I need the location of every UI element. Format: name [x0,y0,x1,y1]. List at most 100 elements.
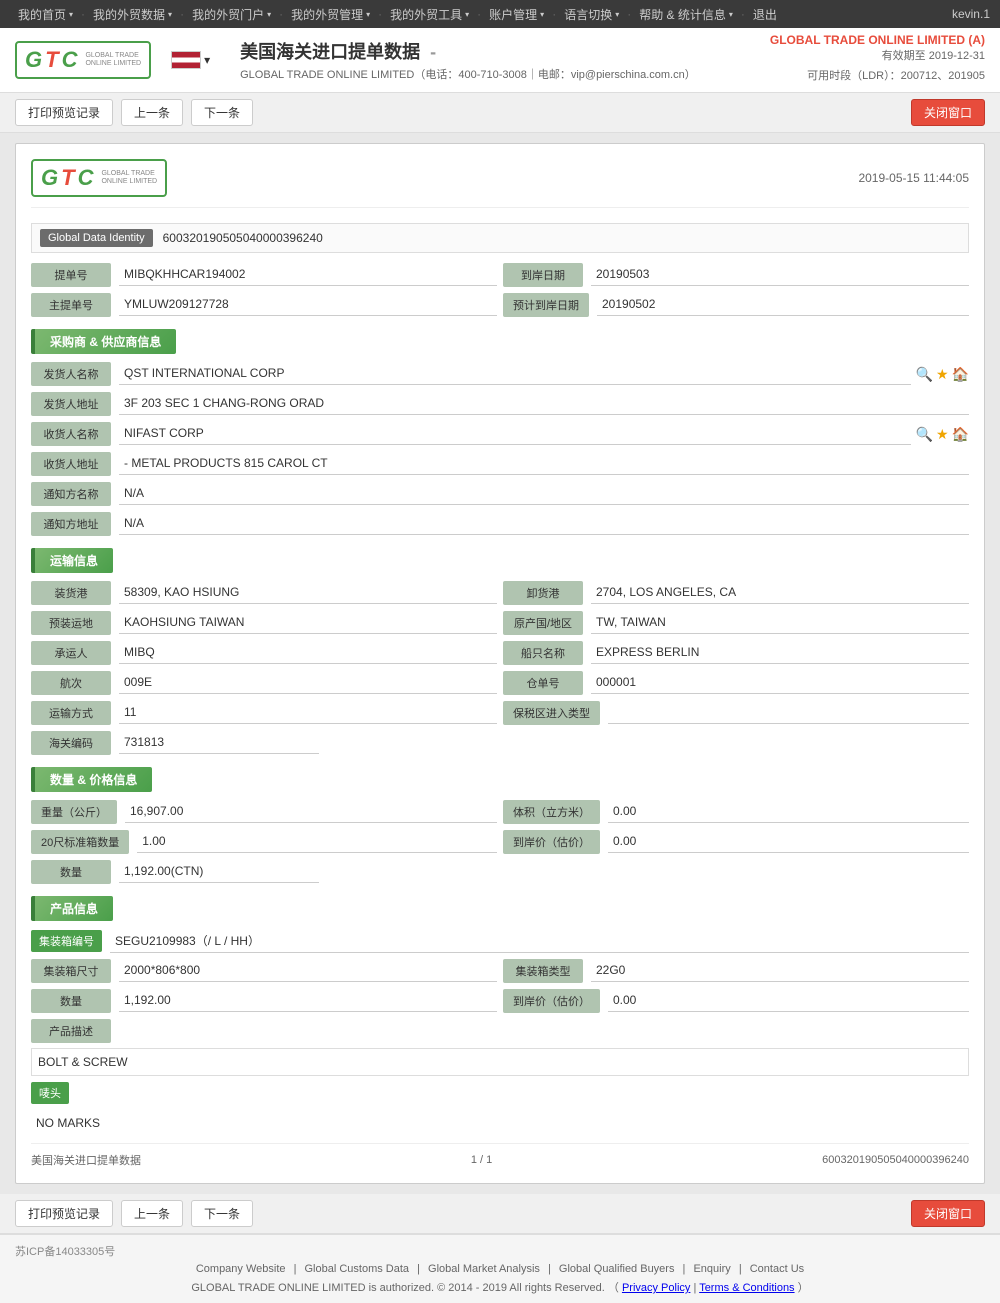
nav-logout[interactable]: 退出 [745,6,785,23]
user-display: kevin.1 [952,7,990,21]
container-size-row: 集装箱尺寸 2000*806*800 [31,959,497,983]
nav-home-label: 我的首页 [18,6,66,23]
loading-port-value: 58309, KAO HSIUNG [119,582,497,604]
origin-country-row: 原产国/地区 TW, TAIWAN [503,611,969,635]
nav-help[interactable]: 帮助 & 统计信息▾ [631,6,741,23]
logo-g: G [25,47,42,73]
weight-row: 重量（公斤） 16,907.00 [31,800,497,824]
quantity-section-header: 数量 & 价格信息 [31,767,969,792]
landing-price-value: 0.00 [608,831,969,853]
print-button[interactable]: 打印预览记录 [15,99,113,126]
consignee-name-label: 收货人名称 [31,422,111,446]
shipper-name-row: 发货人名称 QST INTERNATIONAL CORP 🔍 ★ 🏠 [31,362,969,386]
nav-account[interactable]: 账户管理▾ [481,6,552,23]
est-arrival-label: 预计到岸日期 [503,293,589,317]
notify-address-label: 通知方地址 [31,512,111,536]
consignee-address-row: 收货人地址 - METAL PRODUCTS 815 CAROL CT [31,452,969,476]
footer-link-customs[interactable]: Global Customs Data [305,1263,410,1275]
identity-label: Global Data Identity [40,229,153,247]
vessel-name-value: EXPRESS BERLIN [591,642,969,664]
warehouse-row: 仓单号 000001 [503,671,969,695]
nav-account-label: 账户管理 [489,6,537,23]
close-button-bottom[interactable]: 关闭窗口 [911,1200,985,1227]
transport-mode-label: 运输方式 [31,701,111,725]
next-button[interactable]: 下一条 [191,99,253,126]
supplier-section-header: 采购商 & 供应商信息 [31,329,969,354]
doc-logo-c: C [78,165,94,191]
volume-row: 体积（立方米） 0.00 [503,800,969,824]
voyage-value: 009E [119,672,497,694]
logo-t: T [45,47,58,73]
transport-mode-row: 运输方式 11 [31,701,497,725]
warehouse-label: 仓单号 [503,671,583,695]
notify-name-label: 通知方名称 [31,482,111,506]
nav-lang-label: 语言切换 [564,6,612,23]
shipper-name-value: QST INTERNATIONAL CORP [119,363,911,385]
loading-port-row: 装货港 58309, KAO HSIUNG [31,581,497,605]
footer-link-enquiry[interactable]: Enquiry [693,1263,730,1275]
flag-area[interactable]: ▾ [171,51,210,69]
logo-text: GLOBAL TRADEONLINE LIMITED [85,52,141,69]
flag-arrow[interactable]: ▾ [204,53,210,67]
prev-button[interactable]: 上一条 [121,99,183,126]
close-button[interactable]: 关闭窗口 [911,99,985,126]
prev-button-bottom[interactable]: 上一条 [121,1200,183,1227]
bonded-zone-label: 保税区进入类型 [503,701,600,725]
footer-link-market[interactable]: Global Market Analysis [428,1263,540,1275]
doc-footer: 美国海关进口提单数据 1 / 1 60032019050504000039624… [31,1143,969,1168]
bonded-zone-value [608,702,969,724]
footer-link-company[interactable]: Company Website [196,1263,286,1275]
consignee-name-value: NIFAST CORP [119,423,911,445]
consignee-address-label: 收货人地址 [31,452,111,476]
carrier-row: 承运人 MIBQ [31,641,497,665]
shipper-home-icon[interactable]: 🏠 [952,366,969,383]
footer-link-contact[interactable]: Contact Us [750,1263,804,1275]
teu-row: 20尺标准箱数量 1.00 [31,830,497,854]
pre-ship-label: 预装运地 [31,611,111,635]
nav-lang[interactable]: 语言切换▾ [556,6,627,23]
product-price-value: 0.00 [608,990,969,1012]
unloading-port-label: 卸货港 [503,581,583,605]
weight-label: 重量（公斤） [31,800,117,824]
print-button-bottom[interactable]: 打印预览记录 [15,1200,113,1227]
arrival-date-row: 到岸日期 20190503 [503,263,969,287]
nav-help-arrow: ▾ [729,10,733,19]
container-type-value: 22G0 [591,960,969,982]
est-arrival-value: 20190502 [597,294,969,316]
next-button-bottom[interactable]: 下一条 [191,1200,253,1227]
nav-manage-label: 我的外贸管理 [291,6,363,23]
product-qty-value: 1,192.00 [119,990,497,1012]
toolbar-bottom: 打印预览记录 上一条 下一条 关闭窗口 [0,1194,1000,1234]
mark-label: 唛头 [31,1082,69,1104]
supplier-section-title: 采购商 & 供应商信息 [31,329,176,354]
consignee-star-icon[interactable]: ★ [936,426,949,443]
identity-value: 600320190505040000396240 [163,231,323,245]
origin-country-value: TW, TAIWAN [591,612,969,634]
company-name: GLOBAL TRADE ONLINE LIMITED (A) [770,33,985,47]
footer-terms-link[interactable]: Terms & Conditions [699,1282,794,1294]
main-content: G T C GLOBAL TRADEONLINE LIMITED 2019-05… [0,133,1000,1194]
shipper-search-icon[interactable]: 🔍 [916,366,933,383]
container-size-label: 集装箱尺寸 [31,959,111,983]
shipper-star-icon[interactable]: ★ [936,366,949,383]
footer-privacy-link[interactable]: Privacy Policy [622,1282,690,1294]
page-footer: 苏ICP备14033305号 Company Website | Global … [0,1234,1000,1303]
container-type-label: 集装箱类型 [503,959,583,983]
nav-home-arrow: ▾ [69,10,73,19]
nav-home[interactable]: 我的首页▾ [10,6,81,23]
nav-manage[interactable]: 我的外贸管理▾ [283,6,378,23]
logo: G T C GLOBAL TRADEONLINE LIMITED [15,41,151,79]
product-section-title: 产品信息 [31,896,113,921]
nav-account-arrow: ▾ [540,10,544,19]
customs-code-value: 731813 [119,732,319,754]
quantity-label: 数量 [31,860,111,884]
footer-link-buyers[interactable]: Global Qualified Buyers [559,1263,675,1275]
nav-portal[interactable]: 我的外贸门户▾ [184,6,279,23]
consignee-search-icon[interactable]: 🔍 [916,426,933,443]
voyage-label: 航次 [31,671,111,695]
product-section-header: 产品信息 [31,896,969,921]
unloading-port-value: 2704, LOS ANGELES, CA [591,582,969,604]
consignee-home-icon[interactable]: 🏠 [952,426,969,443]
nav-tools[interactable]: 我的外贸工具▾ [382,6,477,23]
nav-data[interactable]: 我的外贸数据▾ [85,6,180,23]
